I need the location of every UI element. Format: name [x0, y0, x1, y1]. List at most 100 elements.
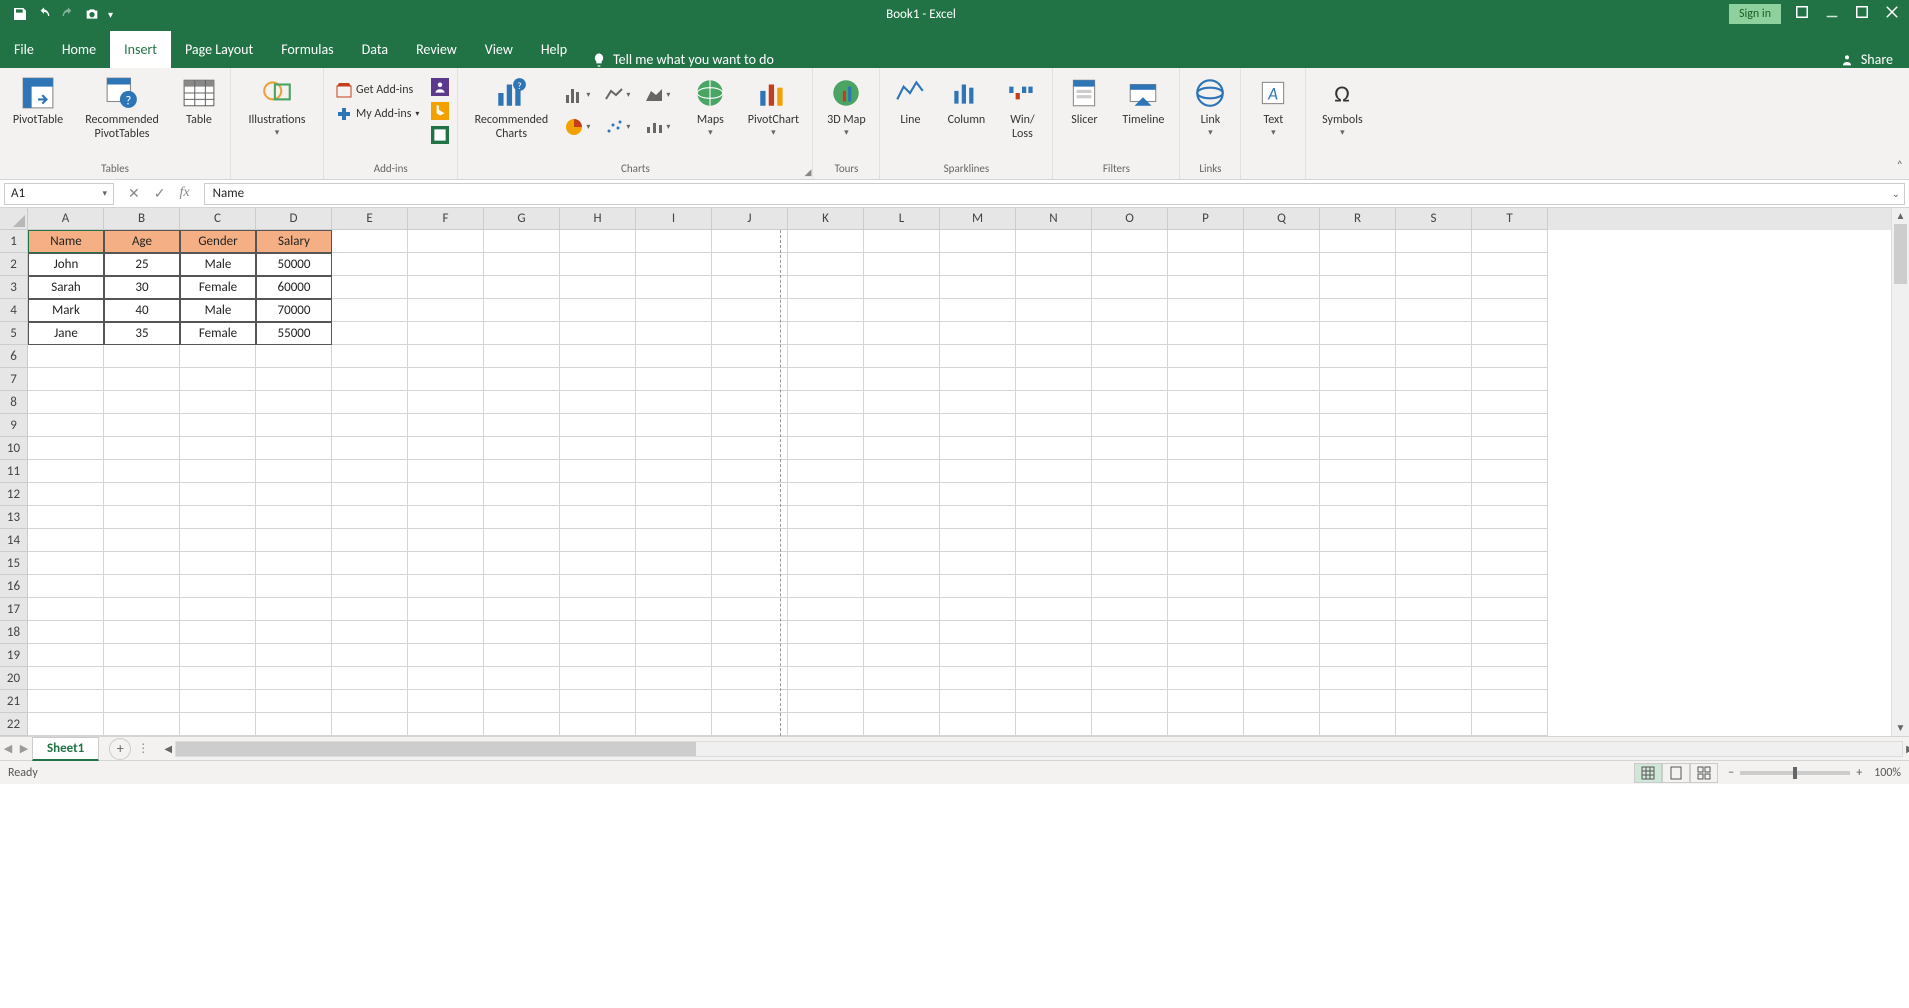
cell-B18[interactable]: [104, 621, 180, 644]
cell-E17[interactable]: [332, 598, 408, 621]
cell-D4[interactable]: 70000: [256, 299, 332, 322]
cell-T2[interactable]: [1472, 253, 1548, 276]
cell-A11[interactable]: [28, 460, 104, 483]
cell-R15[interactable]: [1320, 552, 1396, 575]
cell-D9[interactable]: [256, 414, 332, 437]
cell-C13[interactable]: [180, 506, 256, 529]
cell-D10[interactable]: [256, 437, 332, 460]
row-header-6[interactable]: 6: [0, 345, 28, 368]
cell-O9[interactable]: [1092, 414, 1168, 437]
column-header-Q[interactable]: Q: [1244, 208, 1320, 230]
cell-Q3[interactable]: [1244, 276, 1320, 299]
row-header-9[interactable]: 9: [0, 414, 28, 437]
cell-N13[interactable]: [1016, 506, 1092, 529]
cell-R14[interactable]: [1320, 529, 1396, 552]
cell-P10[interactable]: [1168, 437, 1244, 460]
cell-I8[interactable]: [636, 391, 712, 414]
cell-I15[interactable]: [636, 552, 712, 575]
cell-J5[interactable]: [712, 322, 788, 345]
cell-M15[interactable]: [940, 552, 1016, 575]
cell-D14[interactable]: [256, 529, 332, 552]
cell-Q7[interactable]: [1244, 368, 1320, 391]
formula-input[interactable]: Name ⌄: [204, 183, 1905, 205]
cell-B22[interactable]: [104, 713, 180, 736]
cell-G11[interactable]: [484, 460, 560, 483]
cell-E14[interactable]: [332, 529, 408, 552]
new-sheet-button[interactable]: +: [109, 738, 131, 760]
cell-E20[interactable]: [332, 667, 408, 690]
cell-H20[interactable]: [560, 667, 636, 690]
enter-formula-icon[interactable]: ✓: [154, 185, 166, 202]
cell-H15[interactable]: [560, 552, 636, 575]
cell-T11[interactable]: [1472, 460, 1548, 483]
cell-O21[interactable]: [1092, 690, 1168, 713]
cell-B5[interactable]: 35: [104, 322, 180, 345]
cell-A20[interactable]: [28, 667, 104, 690]
cell-F4[interactable]: [408, 299, 484, 322]
cell-S1[interactable]: [1396, 230, 1472, 253]
cell-M10[interactable]: [940, 437, 1016, 460]
cell-H21[interactable]: [560, 690, 636, 713]
cell-K20[interactable]: [788, 667, 864, 690]
cell-S7[interactable]: [1396, 368, 1472, 391]
cell-J8[interactable]: [712, 391, 788, 414]
cell-S15[interactable]: [1396, 552, 1472, 575]
cell-A9[interactable]: [28, 414, 104, 437]
cell-J2[interactable]: [712, 253, 788, 276]
cell-Q15[interactable]: [1244, 552, 1320, 575]
cell-D1[interactable]: Salary: [256, 230, 332, 253]
tell-me-search[interactable]: Tell me what you want to do: [581, 51, 784, 68]
column-header-K[interactable]: K: [788, 208, 864, 230]
cell-L3[interactable]: [864, 276, 940, 299]
cell-H17[interactable]: [560, 598, 636, 621]
bing-maps-icon[interactable]: [431, 102, 449, 124]
cell-O8[interactable]: [1092, 391, 1168, 414]
cell-K2[interactable]: [788, 253, 864, 276]
cell-C5[interactable]: Female: [180, 322, 256, 345]
cell-I22[interactable]: [636, 713, 712, 736]
cell-R8[interactable]: [1320, 391, 1396, 414]
cell-Q21[interactable]: [1244, 690, 1320, 713]
cell-C1[interactable]: Gender: [180, 230, 256, 253]
tab-split-handle[interactable]: ⋮: [131, 741, 155, 756]
cell-S18[interactable]: [1396, 621, 1472, 644]
row-header-12[interactable]: 12: [0, 483, 28, 506]
cell-F10[interactable]: [408, 437, 484, 460]
cell-E15[interactable]: [332, 552, 408, 575]
cell-K8[interactable]: [788, 391, 864, 414]
cell-R4[interactable]: [1320, 299, 1396, 322]
cell-M19[interactable]: [940, 644, 1016, 667]
column-header-R[interactable]: R: [1320, 208, 1396, 230]
cell-G16[interactable]: [484, 575, 560, 598]
cell-I5[interactable]: [636, 322, 712, 345]
cell-I13[interactable]: [636, 506, 712, 529]
cell-L13[interactable]: [864, 506, 940, 529]
cell-B4[interactable]: 40: [104, 299, 180, 322]
cell-E1[interactable]: [332, 230, 408, 253]
cell-N22[interactable]: [1016, 713, 1092, 736]
cell-J21[interactable]: [712, 690, 788, 713]
select-all-corner[interactable]: [0, 208, 28, 230]
cell-K10[interactable]: [788, 437, 864, 460]
cell-F3[interactable]: [408, 276, 484, 299]
cell-O13[interactable]: [1092, 506, 1168, 529]
cell-S12[interactable]: [1396, 483, 1472, 506]
cell-B15[interactable]: [104, 552, 180, 575]
cell-E13[interactable]: [332, 506, 408, 529]
cell-C17[interactable]: [180, 598, 256, 621]
cell-D12[interactable]: [256, 483, 332, 506]
column-header-T[interactable]: T: [1472, 208, 1548, 230]
cell-I6[interactable]: [636, 345, 712, 368]
column-header-J[interactable]: J: [712, 208, 788, 230]
cell-O4[interactable]: [1092, 299, 1168, 322]
cell-D13[interactable]: [256, 506, 332, 529]
cell-H16[interactable]: [560, 575, 636, 598]
cell-J14[interactable]: [712, 529, 788, 552]
cell-N6[interactable]: [1016, 345, 1092, 368]
cell-T6[interactable]: [1472, 345, 1548, 368]
cell-G13[interactable]: [484, 506, 560, 529]
cell-R1[interactable]: [1320, 230, 1396, 253]
cell-A22[interactable]: [28, 713, 104, 736]
cell-T8[interactable]: [1472, 391, 1548, 414]
cell-M3[interactable]: [940, 276, 1016, 299]
